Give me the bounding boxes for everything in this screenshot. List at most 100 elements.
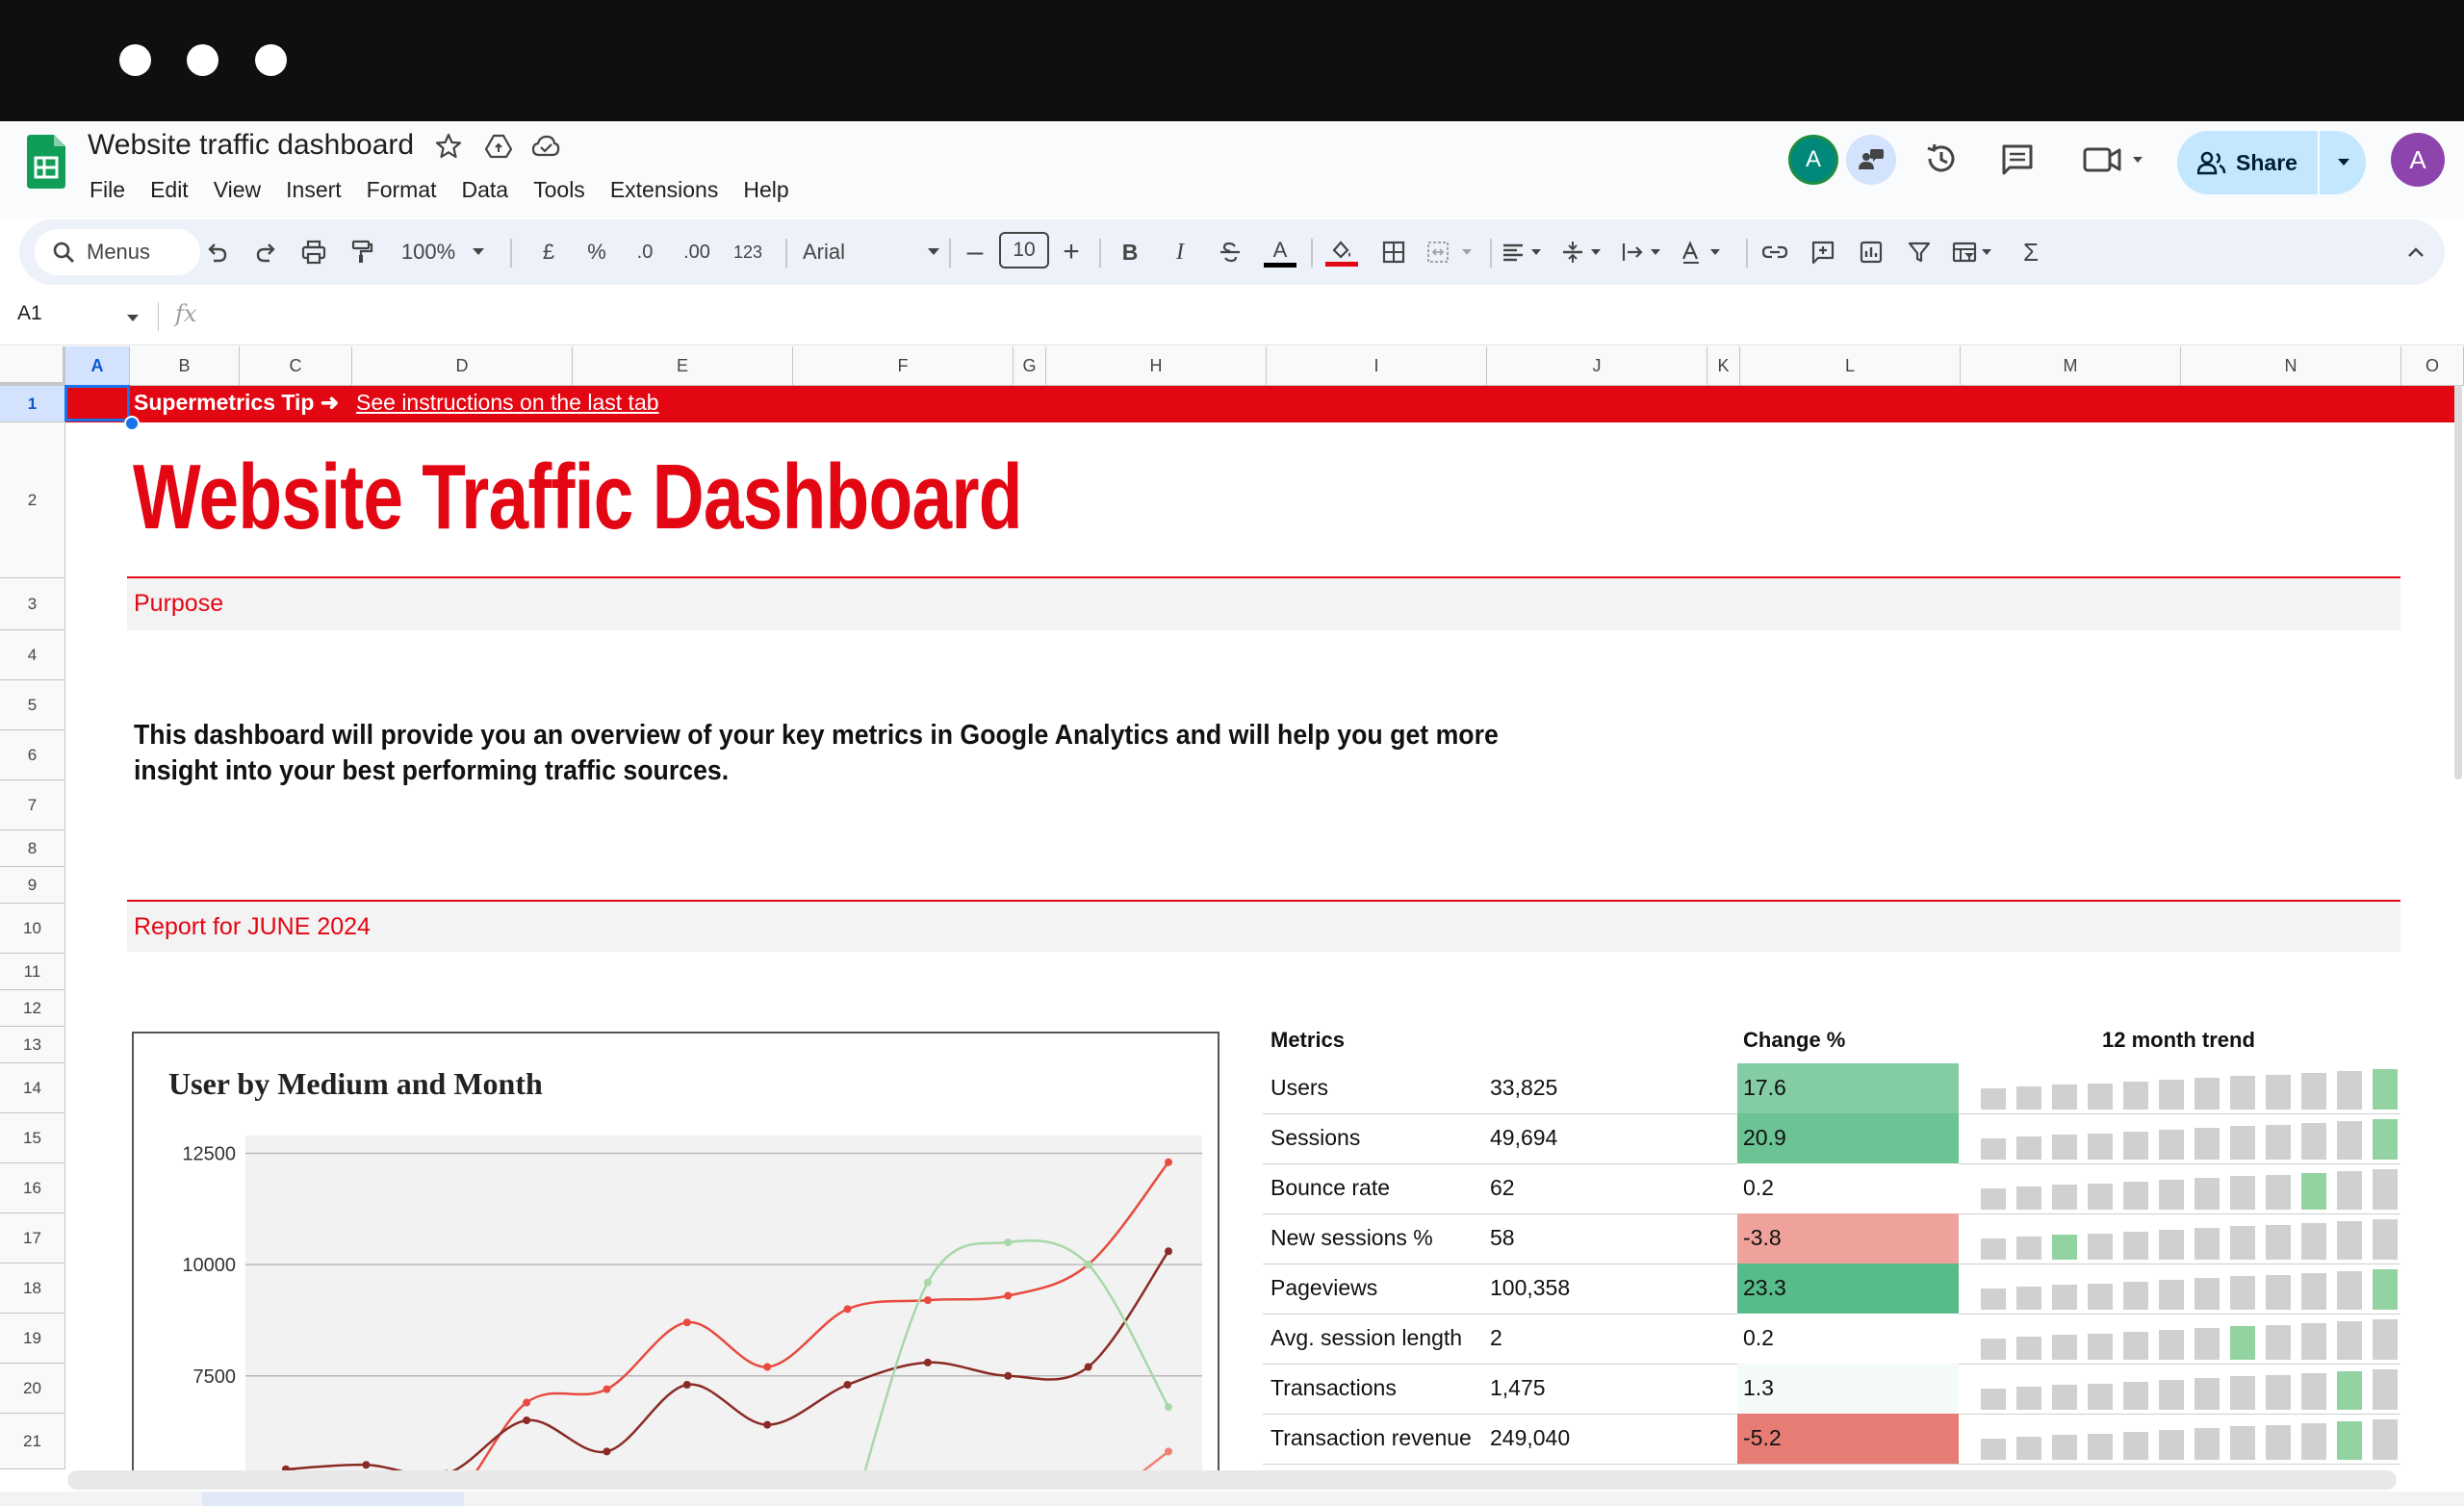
column-header-b[interactable]: B xyxy=(130,346,240,385)
menu-data[interactable]: Data xyxy=(449,171,522,209)
text-color-button[interactable]: A xyxy=(1261,231,1299,273)
redo-button[interactable] xyxy=(246,231,285,273)
column-header-j[interactable]: J xyxy=(1487,346,1707,385)
text-wrapping-button[interactable] xyxy=(1617,231,1675,273)
decrease-font-size-button[interactable]: – xyxy=(959,231,991,273)
insert-link-button[interactable] xyxy=(1756,231,1794,273)
window-minimize-dot[interactable] xyxy=(187,44,218,76)
menu-tools[interactable]: Tools xyxy=(521,171,598,209)
selected-cell-a1[interactable] xyxy=(64,385,130,421)
insert-chart-button[interactable] xyxy=(1852,231,1890,273)
column-header-e[interactable]: E xyxy=(573,346,793,385)
menu-file[interactable]: File xyxy=(77,171,138,209)
document-title[interactable]: Website traffic dashboard xyxy=(88,129,414,162)
row-header-8[interactable]: 8 xyxy=(0,830,65,867)
decrease-decimal-button[interactable]: .0 xyxy=(624,231,666,273)
vertical-scroll-thumb[interactable] xyxy=(2454,385,2462,779)
share-dropdown-button[interactable] xyxy=(2318,131,2366,194)
select-all-corner[interactable] xyxy=(0,346,65,385)
italic-button[interactable]: I xyxy=(1163,231,1197,273)
sheets-logo-icon[interactable] xyxy=(27,135,65,189)
selection-fill-handle[interactable] xyxy=(124,416,140,431)
collaborator-chat-button[interactable] xyxy=(1846,135,1896,185)
name-box[interactable]: A1 xyxy=(17,302,42,325)
column-header-g[interactable]: G xyxy=(1014,346,1046,385)
menu-extensions[interactable]: Extensions xyxy=(598,171,732,209)
font-size-input[interactable]: 10 xyxy=(999,232,1049,268)
row-header-18[interactable]: 18 xyxy=(0,1264,65,1314)
borders-button[interactable] xyxy=(1374,231,1413,273)
column-header-n[interactable]: N xyxy=(2181,346,2401,385)
formula-input[interactable] xyxy=(212,296,2445,337)
row-header-7[interactable]: 7 xyxy=(0,780,65,830)
row-header-16[interactable]: 16 xyxy=(0,1163,65,1213)
move-to-drive-icon[interactable] xyxy=(483,131,514,162)
vertical-align-button[interactable] xyxy=(1557,231,1615,273)
bold-button[interactable]: B xyxy=(1113,231,1147,273)
undo-button[interactable] xyxy=(198,231,237,273)
active-sheet-tab[interactable] xyxy=(202,1492,464,1506)
column-header-l[interactable]: L xyxy=(1740,346,1961,385)
column-header-i[interactable]: I xyxy=(1267,346,1487,385)
column-header-k[interactable]: K xyxy=(1707,346,1740,385)
row-header-14[interactable]: 14 xyxy=(0,1063,65,1113)
user-avatar[interactable]: A xyxy=(2391,133,2445,187)
filter-views-button[interactable] xyxy=(1948,231,2006,273)
row-header-21[interactable]: 21 xyxy=(0,1414,65,1469)
row-header-20[interactable]: 20 xyxy=(0,1364,65,1414)
font-family-select[interactable]: Arial xyxy=(795,231,947,273)
merge-cells-button[interactable] xyxy=(1423,231,1480,273)
insert-comment-button[interactable] xyxy=(1804,231,1842,273)
row-header-1[interactable]: 1 xyxy=(0,386,65,422)
collapse-toolbar-button[interactable] xyxy=(2397,231,2435,273)
menu-help[interactable]: Help xyxy=(731,171,801,209)
functions-button[interactable]: Σ xyxy=(2012,231,2050,273)
number-format-button[interactable]: 123 xyxy=(724,231,772,273)
column-header-a[interactable]: A xyxy=(65,346,130,385)
fill-color-button[interactable] xyxy=(1322,231,1361,273)
version-history-icon[interactable] xyxy=(1923,140,1960,177)
row-header-17[interactable]: 17 xyxy=(0,1213,65,1264)
share-main-button[interactable]: Share xyxy=(2177,131,2318,194)
row-header-9[interactable]: 9 xyxy=(0,867,65,904)
row-header-5[interactable]: 5 xyxy=(0,680,65,730)
menu-view[interactable]: View xyxy=(201,171,273,209)
row-header-11[interactable]: 11 xyxy=(0,954,65,990)
horizontal-align-button[interactable] xyxy=(1498,231,1555,273)
increase-decimal-button[interactable]: .00 xyxy=(674,231,720,273)
percent-format-button[interactable]: % xyxy=(578,231,616,273)
meet-video-icon[interactable] xyxy=(2081,142,2148,177)
window-zoom-dot[interactable] xyxy=(255,44,287,76)
column-header-c[interactable]: C xyxy=(240,346,352,385)
column-header-m[interactable]: M xyxy=(1961,346,2181,385)
row-header-19[interactable]: 19 xyxy=(0,1314,65,1364)
column-header-h[interactable]: H xyxy=(1046,346,1267,385)
row-header-2[interactable]: 2 xyxy=(0,422,65,578)
strikethrough-button[interactable] xyxy=(1213,231,1247,273)
increase-font-size-button[interactable]: + xyxy=(1055,231,1088,273)
comments-icon[interactable] xyxy=(2000,142,2035,177)
row-header-4[interactable]: 4 xyxy=(0,630,65,680)
instructions-link[interactable]: See instructions on the last tab xyxy=(356,390,659,416)
row-header-6[interactable]: 6 xyxy=(0,730,65,780)
row-header-13[interactable]: 13 xyxy=(0,1027,65,1063)
text-rotation-button[interactable] xyxy=(1677,231,1734,273)
menu-edit[interactable]: Edit xyxy=(138,171,201,209)
currency-format-button[interactable]: £ xyxy=(529,231,568,273)
chevron-down-icon[interactable] xyxy=(125,314,141,323)
collaborator-avatar[interactable]: A xyxy=(1788,135,1838,185)
users-by-medium-chart[interactable]: User by Medium and Month 500075001000012… xyxy=(132,1032,1219,1474)
row-header-3[interactable]: 3 xyxy=(0,578,65,630)
row-header-12[interactable]: 12 xyxy=(0,990,65,1027)
column-header-d[interactable]: D xyxy=(352,346,573,385)
column-header-f[interactable]: F xyxy=(793,346,1014,385)
create-filter-button[interactable] xyxy=(1900,231,1938,273)
paint-format-button[interactable] xyxy=(343,231,381,273)
share-button[interactable]: Share xyxy=(2177,131,2366,194)
window-close-dot[interactable] xyxy=(119,44,151,76)
menu-format[interactable]: Format xyxy=(354,171,449,209)
zoom-select[interactable]: 100% xyxy=(391,231,497,273)
menu-insert[interactable]: Insert xyxy=(273,171,354,209)
horizontal-scrollbar[interactable] xyxy=(67,1470,2397,1490)
row-header-15[interactable]: 15 xyxy=(0,1113,65,1163)
